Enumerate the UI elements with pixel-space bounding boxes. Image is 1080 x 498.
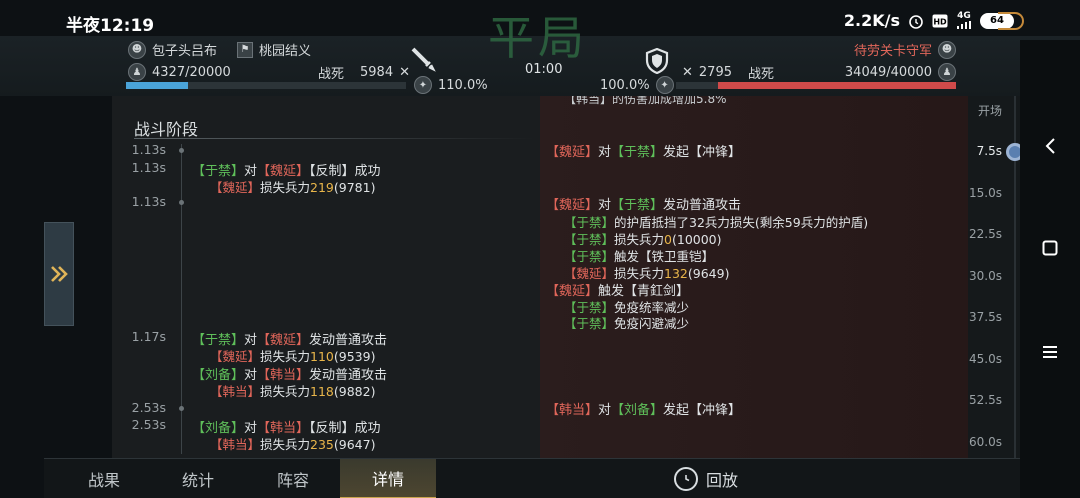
log-sub-entry: 【魏延】损失兵力110(9539) xyxy=(210,349,376,364)
right-troops-row: 34049/40000 ♟ xyxy=(845,63,956,81)
shield-icon xyxy=(644,48,670,74)
right-hp-fill xyxy=(718,82,956,89)
tick-label[interactable]: 52.5s xyxy=(969,393,1002,407)
left-troops: 4327/20000 xyxy=(152,64,231,80)
right-troops: 34049/40000 xyxy=(844,64,932,80)
battle-log-panel[interactable]: 【韩当】的伤害加成增加5.8% 战斗阶段 1.13s 【魏延】对【于禁】发起【冲… xyxy=(112,96,968,458)
tick-label[interactable]: 15.0s xyxy=(969,186,1002,200)
timestamp: 2.53s xyxy=(131,417,166,432)
tick-label[interactable]: 45.0s xyxy=(969,352,1002,366)
right-hp-bar xyxy=(676,82,956,89)
left-troops-row: ♟ 4327/20000 xyxy=(128,63,231,81)
timestamp: 1.13s xyxy=(131,142,166,157)
svg-text:HD: HD xyxy=(933,17,947,26)
tick-label[interactable]: 7.5s xyxy=(977,144,1002,158)
troops-icon-right: ♟ xyxy=(938,63,956,81)
log-sub-entry: 【于禁】免疫闪避减少 xyxy=(564,316,690,331)
double-chevron-right-icon[interactable] xyxy=(44,222,74,326)
battle-header: 平局 ☻ 包子头吕布 ⚑ 桃园结义 ♟ 4327/20000 战死 5984 ✕… xyxy=(0,11,1080,96)
left-player-row: ☻ 包子头吕布 ⚑ 桃园结义 xyxy=(128,40,311,59)
section-title: 战斗阶段 xyxy=(134,120,199,139)
system-nav-bar xyxy=(1020,40,1080,498)
clipped-log-line: 【韩当】的伤害加成增加5.8% xyxy=(564,96,727,106)
tab-details[interactable]: 详情 xyxy=(340,459,436,498)
timeline-dot xyxy=(179,406,184,411)
section-divider xyxy=(134,138,534,139)
signal-icon: 4G xyxy=(956,12,972,29)
right-dead-row: ✕ 2795 战死 xyxy=(682,63,774,82)
left-pct: 110.0% xyxy=(438,77,488,93)
result-title: 平局 xyxy=(488,11,588,65)
status-icons: 2.2K/s HD 4G 64 xyxy=(844,11,1024,30)
network-speed: 2.2K/s xyxy=(843,11,900,30)
right-dead-value: 2795 xyxy=(698,65,732,80)
timeline-dot xyxy=(179,148,184,153)
timestamp: 1.13s xyxy=(131,160,166,175)
casualty-icon: ✕ xyxy=(399,65,411,80)
tick-label[interactable]: 22.5s xyxy=(969,227,1002,241)
log-entry: 【魏延】对【于禁】发起【冲锋】 xyxy=(546,145,742,160)
attack-bonus-icon: ✦ xyxy=(414,76,432,94)
casualty-icon-right: ✕ xyxy=(682,65,693,80)
tick-label[interactable]: 30.0s xyxy=(969,269,1002,283)
enemy-avatar-icon: ☻ xyxy=(938,40,956,59)
left-hp-fill xyxy=(126,82,188,89)
log-entry: 【韩当】对【刘备】发起【冲锋】 xyxy=(546,403,742,418)
sword-icon xyxy=(410,46,436,72)
right-player-name: 待劳关卡守军 xyxy=(853,44,932,59)
tick-label[interactable]: 开场 xyxy=(978,102,1002,119)
log-sub-entry: 【魏延】损失兵力219(9781) xyxy=(210,180,376,195)
alliance-flag-icon: ⚑ xyxy=(237,41,254,58)
left-dead-label: 战死 xyxy=(318,67,345,82)
replay-icon xyxy=(674,467,698,491)
hd-icon: HD xyxy=(932,14,948,28)
tick-label[interactable]: 60.0s xyxy=(969,435,1002,449)
left-dead-value: 5984 xyxy=(360,65,394,80)
right-pct: 100.0% xyxy=(600,77,650,93)
log-sub-entry: 【韩当】损失兵力235(9647) xyxy=(210,437,376,452)
bottom-tab-bar: 战果 统计 阵容 详情 回放 xyxy=(44,458,1020,498)
battle-timer: 01:00 xyxy=(525,62,563,77)
left-dead-row: 战死 5984 ✕ xyxy=(318,63,410,82)
tab-results[interactable]: 战果 xyxy=(56,459,152,498)
left-player-name: 包子头吕布 xyxy=(152,44,218,59)
player-avatar-icon: ☻ xyxy=(128,40,146,59)
status-time: 半夜12:19 xyxy=(66,16,155,36)
time-scrubber[interactable]: 开场 7.5s 15.0s 22.5s 30.0s 37.5s 45.0s 52… xyxy=(968,96,1024,458)
log-entry: 【魏延】对【于禁】发动普通攻击 xyxy=(546,198,742,213)
tick-label[interactable]: 37.5s xyxy=(969,310,1002,324)
left-alliance-name: 桃园结义 xyxy=(259,44,312,59)
replay-label: 回放 xyxy=(706,471,739,490)
home-square-icon[interactable] xyxy=(1038,236,1062,260)
right-dead-label: 战死 xyxy=(748,67,775,82)
timestamp: 1.13s xyxy=(131,194,166,209)
tab-formation[interactable]: 阵容 xyxy=(245,459,341,498)
log-sub-entry: 【韩当】损失兵力118(9882) xyxy=(210,384,376,399)
menu-icon[interactable] xyxy=(1038,340,1062,364)
tab-stats[interactable]: 统计 xyxy=(150,459,246,498)
defense-bonus-icon: ✦ xyxy=(655,76,674,94)
left-pct-row: ✦ 110.0% xyxy=(414,76,488,94)
right-player-row: 待劳关卡守军 ☻ xyxy=(854,40,956,59)
timeline-dot xyxy=(179,200,184,205)
timestamp: 2.53s xyxy=(131,400,166,415)
timestamp: 1.17s xyxy=(131,329,166,344)
right-pct-row: 100.0% ✦ xyxy=(600,76,674,94)
alarm-icon xyxy=(908,13,924,29)
replay-button[interactable]: 回放 xyxy=(674,459,738,498)
left-hp-bar xyxy=(126,82,406,89)
battery-decoration xyxy=(998,11,1024,30)
back-icon[interactable] xyxy=(1038,134,1062,158)
troops-icon: ♟ xyxy=(128,63,146,81)
